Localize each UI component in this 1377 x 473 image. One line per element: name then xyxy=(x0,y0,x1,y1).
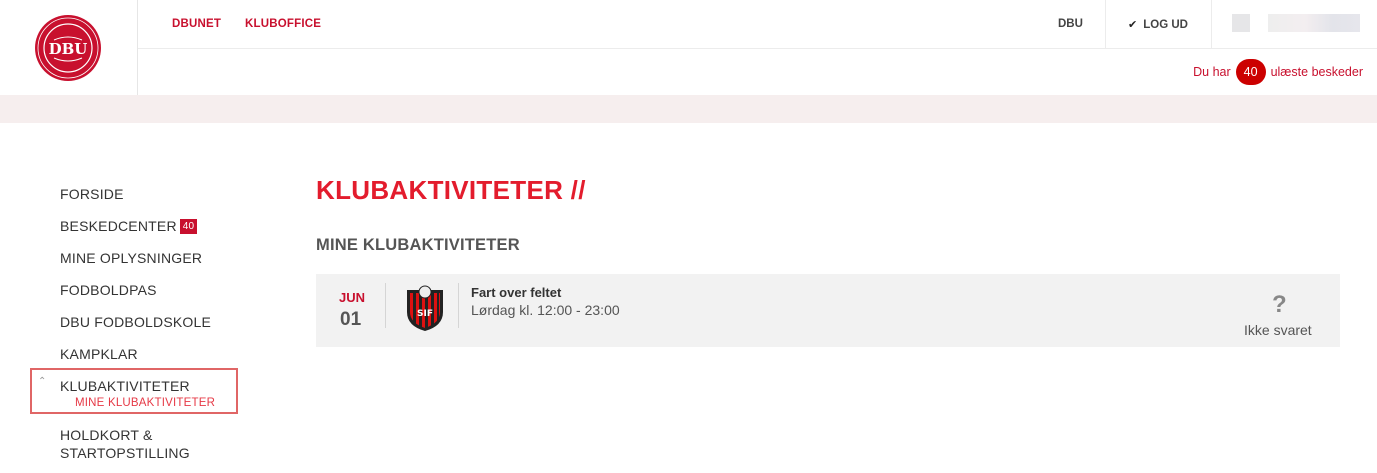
club-crest-icon: SIF xyxy=(407,285,443,331)
chevron-up-icon[interactable]: ⌃ xyxy=(38,376,46,387)
sidebar-item-forside[interactable]: FORSIDE xyxy=(60,178,260,210)
sidebar-item-label: MINE OPLYSNINGER xyxy=(60,250,203,266)
sidebar-item-kampklar[interactable]: KAMPKLAR xyxy=(60,338,260,370)
logout-label: LOG UD xyxy=(1143,18,1188,31)
sidebar-item-label: BESKEDCENTER xyxy=(60,218,177,234)
messages-suffix: ulæste beskeder xyxy=(1270,65,1363,79)
activity-month: JUN xyxy=(339,290,366,305)
activity-day: 01 xyxy=(340,309,362,330)
section-title: MINE KLUBAKTIVITETER xyxy=(316,236,520,254)
key-icon: ✔ xyxy=(1128,19,1138,31)
user-name-redacted xyxy=(1268,14,1360,32)
divider xyxy=(1105,0,1106,48)
sidebar-item-label: FODBOLDPAS xyxy=(60,282,157,298)
top-navigation: DBUNET KLUBOFFICE DBU ✔ LOG UD xyxy=(138,0,1377,49)
unread-messages[interactable]: Du har 40 ulæste beskeder xyxy=(1193,59,1363,85)
activity-card[interactable]: JUN 01 SIF Fart over feltet Lørdag kl. 1… xyxy=(316,274,1340,347)
sidebar: FORSIDE BESKEDCENTER 40 MINE OPLYSNINGER… xyxy=(30,178,260,462)
logout-button[interactable]: ✔ LOG UD xyxy=(1128,18,1188,32)
sidebar-item-holdkort[interactable]: HOLDKORT & STARTOPSTILLING xyxy=(60,426,210,462)
sidebar-item-label: KAMPKLAR xyxy=(60,346,138,362)
activity-time: Lørdag kl. 12:00 - 23:00 xyxy=(471,302,620,318)
sidebar-item-label: DBU FODBOLDSKOLE xyxy=(60,314,212,330)
question-mark-icon: ? xyxy=(1272,291,1287,318)
beskedcenter-count-badge: 40 xyxy=(179,218,198,234)
header-band xyxy=(0,95,1377,123)
nav-kluboffice[interactable]: KLUBOFFICE xyxy=(245,18,321,30)
svg-text:DBU: DBU xyxy=(49,40,88,58)
divider xyxy=(1211,0,1212,48)
sidebar-item-label: KLUBAKTIVITETER xyxy=(60,378,190,394)
sidebar-item-mine-oplysninger[interactable]: MINE OPLYSNINGER xyxy=(60,242,260,274)
avatar xyxy=(1232,14,1250,32)
page-title: KLUBAKTIVITETER // xyxy=(316,175,586,205)
messages-count-badge: 40 xyxy=(1235,59,1266,85)
sidebar-item-fodboldpas[interactable]: FODBOLDPAS xyxy=(60,274,260,306)
nav-dbunet[interactable]: DBUNET xyxy=(172,18,221,30)
dbu-logo[interactable]: DBU xyxy=(34,14,102,82)
sidebar-item-dbu-fodboldskole[interactable]: DBU FODBOLDSKOLE xyxy=(60,306,260,338)
dbu-link[interactable]: DBU xyxy=(1058,18,1083,30)
svg-text:SIF: SIF xyxy=(417,309,433,319)
messages-prefix: Du har xyxy=(1193,65,1231,79)
divider xyxy=(458,283,459,328)
sidebar-item-beskedcenter[interactable]: BESKEDCENTER 40 xyxy=(60,210,260,242)
sidebar-item-label: FORSIDE xyxy=(60,186,124,202)
divider xyxy=(385,283,386,328)
sidebar-item-klubaktiviteter[interactable]: KLUBAKTIVITETER xyxy=(60,370,260,402)
logo-area: DBU xyxy=(0,0,138,95)
activity-title: Fart over feltet xyxy=(471,285,562,300)
response-status: Ikke svaret xyxy=(1244,322,1312,338)
user-profile[interactable] xyxy=(1232,14,1360,32)
